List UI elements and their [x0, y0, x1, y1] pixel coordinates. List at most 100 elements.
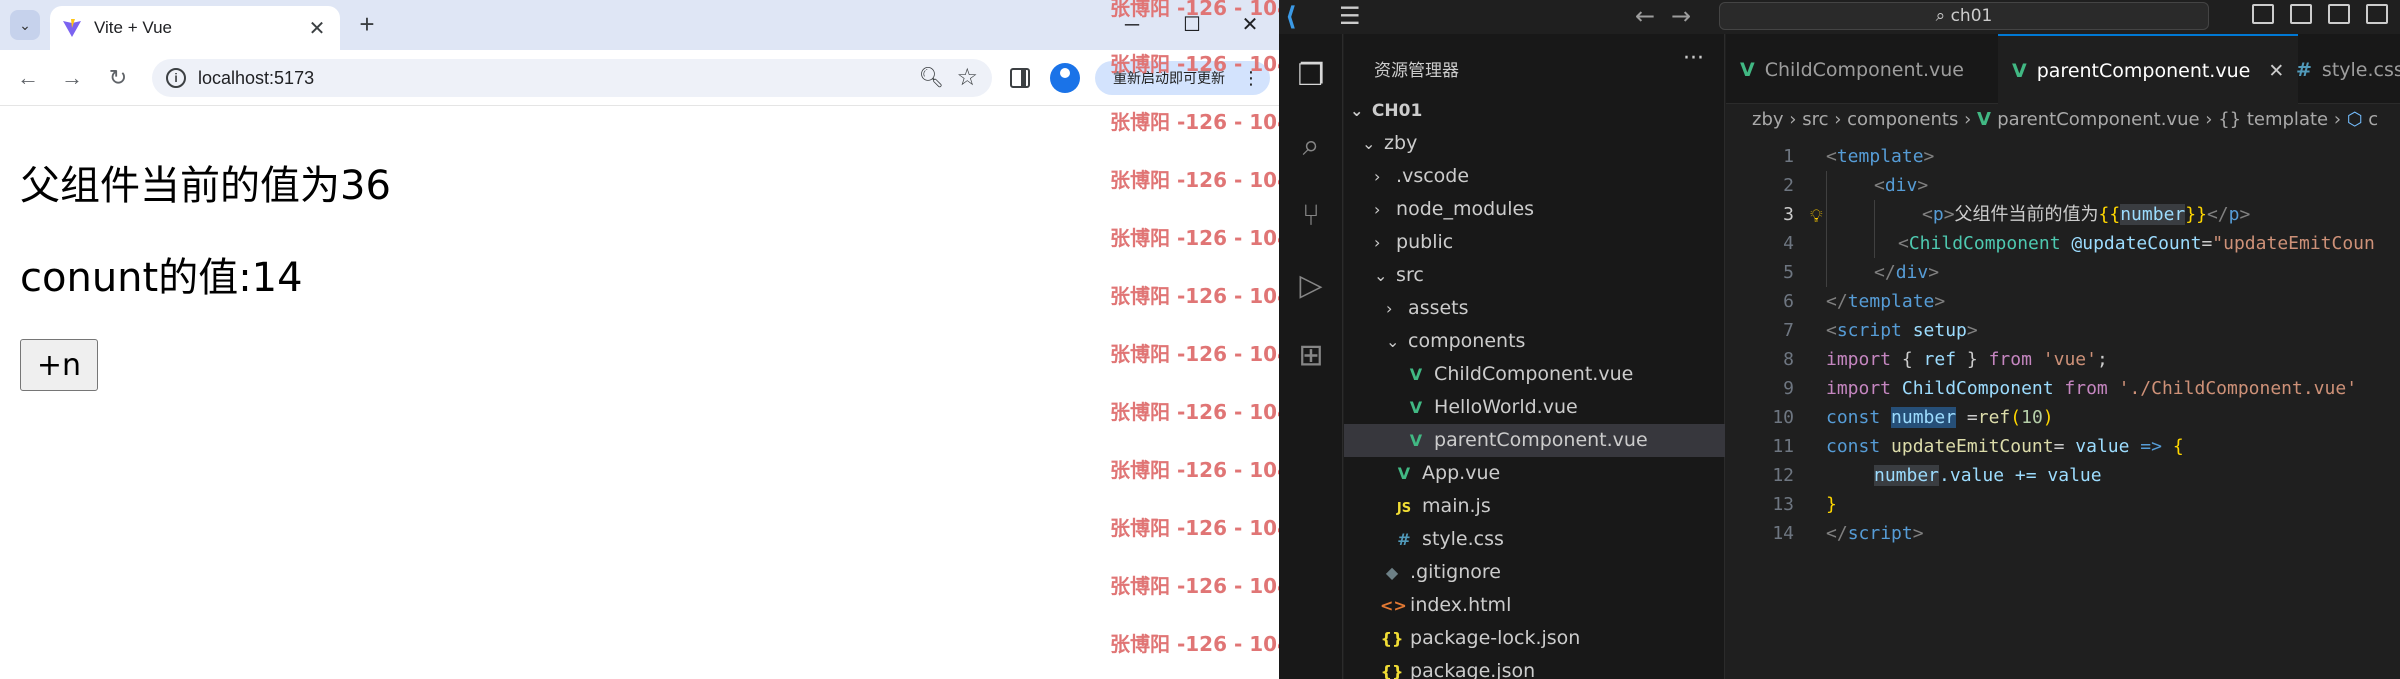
forward-arrow-icon[interactable]: → — [1671, 2, 1691, 30]
address-bar[interactable]: i localhost:5173 🔍︎ ☆ — [152, 59, 992, 97]
breadcrumb-item[interactable]: c — [2368, 109, 2378, 130]
profile-icon[interactable] — [1050, 63, 1080, 93]
tree-item-file-selected[interactable]: V parentComponent.vue — [1344, 424, 1725, 457]
site-info-icon[interactable]: i — [166, 68, 186, 88]
code-line: 7 <script setup> — [1783, 320, 1978, 341]
breadcrumb-item[interactable]: components — [1847, 109, 1958, 130]
watermark-text: 张博阳 -126 - 1048 — [1110, 0, 1305, 20]
chevron-right-icon: › — [1386, 299, 1393, 318]
customize-layout-icon[interactable] — [2366, 4, 2388, 24]
vue-file-icon: V — [1409, 365, 1423, 384]
chevron-down-icon: ⌄ — [1350, 101, 1364, 120]
tree-item-folder[interactable]: ⌄ components — [1344, 325, 1725, 358]
tree-item-folder[interactable]: › node_modules — [1344, 193, 1725, 226]
tree-item-file[interactable]: ◆ .gitignore — [1344, 556, 1725, 589]
watermark-text: 张博阳 -126 - 1048 — [1110, 516, 1305, 540]
code-line: 10 const number =ref(10) — [1772, 407, 2054, 428]
watermark-text: 张博阳 -126 - 1048 — [1110, 284, 1305, 308]
browser-tab[interactable]: Vite + Vue ✕ — [50, 6, 340, 50]
breadcrumb-item[interactable]: parentComponent.vue — [1997, 109, 2199, 130]
vite-favicon-icon — [62, 18, 82, 38]
tree-item-file[interactable]: # style.css — [1344, 523, 1725, 556]
search-icon: ⌕ — [1935, 6, 1951, 26]
tree-item-folder[interactable]: ⌄ zby — [1344, 127, 1725, 160]
tree-item-file[interactable]: {} package.json — [1344, 655, 1725, 679]
html-file-icon: <> — [1380, 596, 1407, 615]
command-center-search[interactable]: ⌕ ch01 — [1719, 2, 2209, 30]
increment-button[interactable]: +n — [20, 339, 98, 391]
chevron-right-icon: › — [1789, 109, 1803, 130]
forward-arrow-icon[interactable]: → — [56, 62, 88, 94]
tree-item-folder[interactable]: › public — [1344, 226, 1725, 259]
code-line: 11 const updateEmitCount= value => { — [1772, 436, 2184, 457]
vscode-window: ⟨ ☰ ← → ⌕ ch01 ❐ ⌕ ⑂ ▷ ⊞ 资源管理器 ··· ⌄ CH0… — [1279, 0, 2400, 679]
editor-tabs: V ChildComponent.vue VparentComponent.vue… — [1726, 34, 2400, 104]
watermark-text: 张博阳 -126 - 1048 — [1110, 110, 1305, 134]
tree-item-folder[interactable]: › .vscode — [1344, 160, 1725, 193]
extensions-icon[interactable]: ⊞ — [1293, 338, 1329, 374]
tree-item-file[interactable]: V HelloWorld.vue — [1344, 391, 1725, 424]
code-line: 2 <div> — [1783, 175, 1929, 196]
run-debug-icon[interactable]: ▷ — [1293, 268, 1329, 304]
element-icon: ⬡ — [2346, 109, 2369, 130]
explorer-files-icon[interactable]: ❐ — [1293, 58, 1329, 94]
back-arrow-icon[interactable]: ← — [12, 62, 44, 94]
watermark-text: 张博阳 -126 - 1048 — [1110, 574, 1305, 598]
json-file-icon: {} — [1380, 662, 1404, 679]
chevron-right-icon: › — [2333, 109, 2347, 130]
toggle-sidebar-icon[interactable] — [2252, 4, 2274, 24]
bookmark-star-icon[interactable]: ☆ — [956, 63, 978, 92]
breadcrumb-item[interactable]: src — [1802, 109, 1828, 130]
tree-item-file[interactable]: JS main.js — [1344, 490, 1725, 523]
zoom-icon[interactable]: 🔍︎ — [919, 65, 944, 90]
browser-toolbar: ← → ↻ i localhost:5173 🔍︎ ☆ 重新启动即可更新 ⋮ — [0, 50, 1279, 106]
vscode-titlebar: ⟨ ☰ ← → ⌕ ch01 — [1279, 0, 2400, 34]
close-tab-icon[interactable]: ✕ — [2268, 60, 2284, 82]
vscode-logo-icon: ⟨ — [1285, 2, 1297, 32]
tree-item-root[interactable]: ⌄ CH01 — [1344, 94, 1725, 127]
close-tab-icon[interactable]: ✕ — [306, 16, 328, 41]
editor-area: V ChildComponent.vue VparentComponent.vue… — [1726, 34, 2400, 679]
watermark-text: 张博阳 -126 - 1048 — [1110, 168, 1305, 192]
watermark-text: 张博阳 -126 - 1048 — [1110, 52, 1305, 76]
url-text[interactable]: localhost:5173 — [198, 68, 314, 89]
source-control-icon[interactable]: ⑂ — [1293, 198, 1329, 234]
vue-file-icon: V — [1977, 109, 1998, 130]
new-tab-button[interactable]: + — [352, 10, 382, 40]
tree-item-file[interactable]: V App.vue — [1344, 457, 1725, 490]
search-icon[interactable]: ⌕ — [1293, 128, 1329, 164]
tab-parent-component[interactable]: VparentComponent.vue ✕ — [1998, 34, 2299, 104]
lightbulb-icon[interactable]: 💡︎ — [1810, 202, 1823, 231]
activity-bar: ❐ ⌕ ⑂ ▷ ⊞ — [1279, 34, 1343, 679]
watermark-text: 张博阳 -126 - 1048 — [1110, 226, 1305, 250]
page-content: 父组件当前的值为36 conunt的值:14 +n — [0, 107, 1279, 679]
chevron-down-icon: ⌄ — [1362, 134, 1376, 153]
count-value-text: conunt的值:14 — [20, 255, 303, 301]
tab-search-dropdown[interactable]: ⌄ — [10, 10, 40, 40]
tab-child-component[interactable]: V ChildComponent.vue — [1740, 52, 1964, 88]
toggle-secondary-sidebar-icon[interactable] — [2328, 4, 2350, 24]
hamburger-menu-icon[interactable]: ☰ — [1339, 2, 1361, 30]
chevron-right-icon: › — [1964, 109, 1977, 130]
breadcrumb-item[interactable]: {} template — [2218, 109, 2328, 130]
toggle-panel-icon[interactable] — [2290, 4, 2312, 24]
vue-file-icon: V — [1397, 464, 1411, 483]
tree-item-folder[interactable]: ⌄ src — [1344, 259, 1725, 292]
chevron-right-icon: › — [1834, 109, 1848, 130]
tree-item-file[interactable]: V ChildComponent.vue — [1344, 358, 1725, 391]
tree-item-file[interactable]: <> index.html — [1344, 589, 1725, 622]
chevron-right-icon: › — [1374, 200, 1381, 219]
git-file-icon: ◆ — [1385, 563, 1399, 582]
breadcrumb-item[interactable]: zby — [1752, 109, 1784, 130]
more-actions-icon[interactable]: ··· — [1683, 46, 1704, 71]
tab-strip: ⌄ Vite + Vue ✕ + ─ ☐ ✕ — [0, 0, 1279, 50]
json-file-icon: {} — [1380, 629, 1404, 648]
tree-item-folder[interactable]: › assets — [1344, 292, 1725, 325]
back-arrow-icon[interactable]: ← — [1635, 2, 1655, 30]
watermark-text: 张博阳 -126 - 1048 — [1110, 400, 1305, 424]
side-panel-icon[interactable] — [1010, 68, 1030, 88]
tab-style-css[interactable]: # style.css — [2296, 52, 2400, 88]
tree-item-file[interactable]: {} package-lock.json — [1344, 622, 1725, 655]
reload-icon[interactable]: ↻ — [102, 62, 134, 94]
vue-file-icon: V — [1409, 398, 1423, 417]
